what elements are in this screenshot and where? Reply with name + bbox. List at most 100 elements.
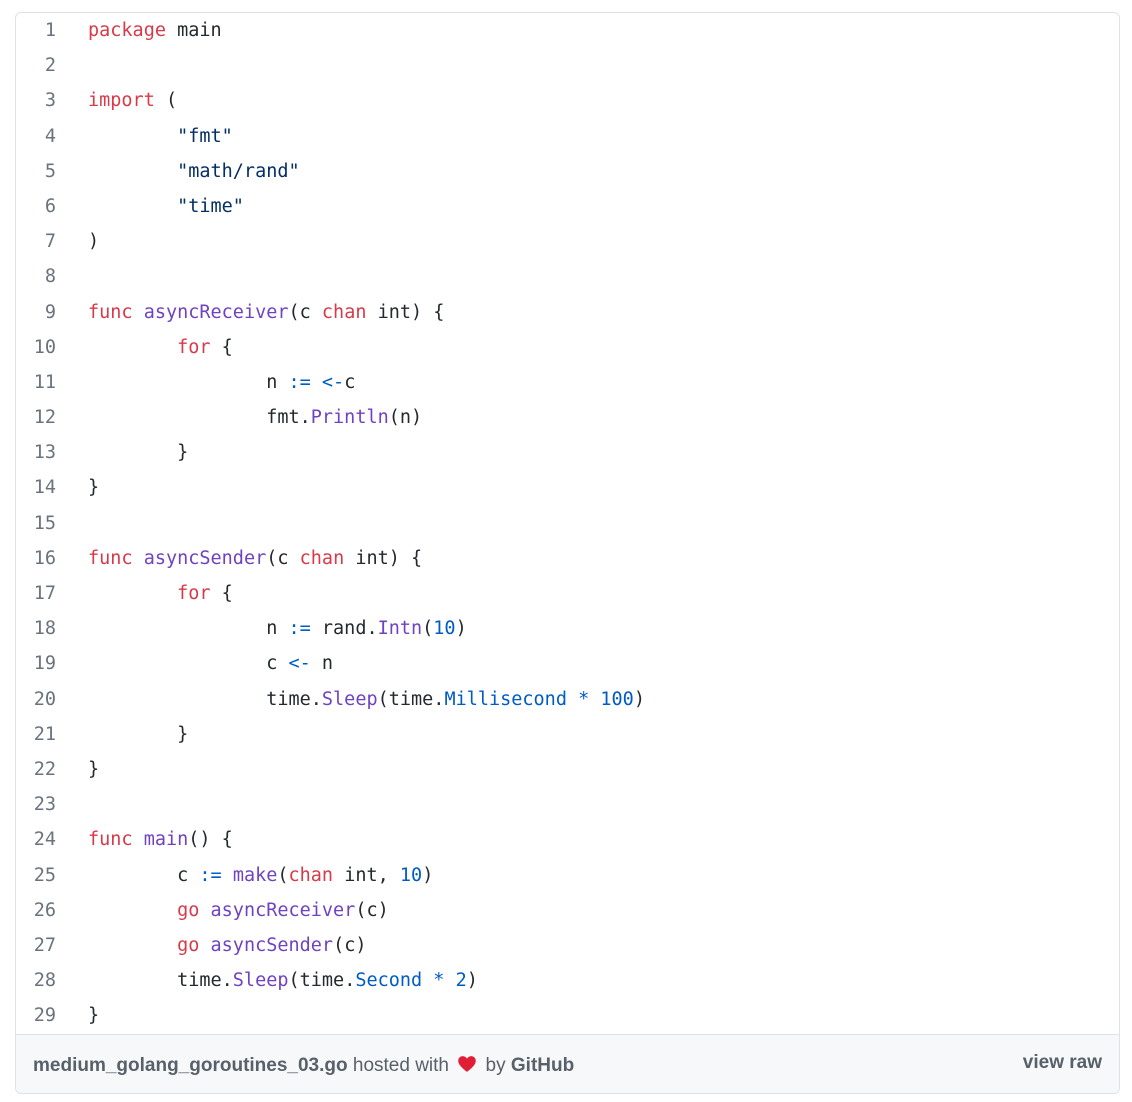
code-token: asyncSender bbox=[210, 934, 334, 956]
code-token: make bbox=[232, 864, 278, 886]
code-line: 21 } bbox=[16, 717, 1119, 752]
line-number[interactable]: 26 bbox=[16, 893, 56, 928]
line-number[interactable]: 20 bbox=[16, 682, 56, 717]
code-token: (time. bbox=[377, 688, 445, 710]
code-token: } bbox=[88, 723, 189, 745]
line-number[interactable]: 15 bbox=[16, 506, 56, 541]
code-token: } bbox=[88, 477, 100, 499]
line-number[interactable]: 13 bbox=[16, 435, 56, 470]
line-number[interactable]: 17 bbox=[16, 576, 56, 611]
line-code: n := <-c bbox=[88, 372, 355, 393]
code-token: c bbox=[88, 653, 289, 675]
line-number[interactable]: 25 bbox=[16, 858, 56, 893]
code-token: Second bbox=[355, 970, 423, 992]
code-block: 1 package main 2 3 import (4 "fmt" 5 "math/ra… bbox=[16, 13, 1119, 1035]
line-code: import ( bbox=[88, 90, 177, 111]
code-token: ( bbox=[277, 864, 289, 886]
line-number[interactable]: 1 bbox=[16, 13, 56, 48]
code-token: ) bbox=[455, 618, 467, 640]
code-token: rand. bbox=[310, 618, 378, 640]
code-token: (c bbox=[266, 547, 300, 569]
line-number[interactable]: 12 bbox=[16, 400, 56, 435]
code-line: 16 func asyncSender(c chan int) { bbox=[16, 541, 1119, 576]
code-token: c bbox=[88, 864, 200, 886]
code-token: } bbox=[88, 758, 100, 780]
line-number[interactable]: 4 bbox=[16, 119, 56, 154]
line-number[interactable]: 6 bbox=[16, 189, 56, 224]
code-token: c bbox=[344, 371, 356, 393]
code-line: 10 for { bbox=[16, 330, 1119, 365]
line-number[interactable]: 27 bbox=[16, 928, 56, 963]
line-number[interactable]: 19 bbox=[16, 646, 56, 681]
line-number[interactable]: 10 bbox=[16, 330, 56, 365]
line-number[interactable]: 7 bbox=[16, 224, 56, 259]
code-token: func bbox=[88, 829, 133, 851]
line-code: n := rand.Intn(10) bbox=[88, 618, 467, 639]
line-code: time.Sleep(time.Second * 2) bbox=[88, 970, 478, 991]
code-line: 15 bbox=[16, 506, 1119, 541]
line-code: func asyncReceiver(c chan int) { bbox=[88, 302, 444, 323]
line-number[interactable]: 24 bbox=[16, 822, 56, 857]
code-line: 26 go asyncReceiver(c) bbox=[16, 893, 1119, 928]
code-token: * bbox=[433, 970, 445, 992]
line-code: for { bbox=[88, 583, 233, 604]
code-token: int) { bbox=[344, 547, 423, 569]
line-code: ) bbox=[88, 231, 99, 252]
code-line: 24 func main() { bbox=[16, 822, 1119, 857]
code-token: ) bbox=[422, 864, 434, 886]
line-number[interactable]: 3 bbox=[16, 83, 56, 118]
code-token: (n) bbox=[388, 407, 423, 429]
code-token: 10 bbox=[433, 618, 456, 640]
gist-footer: medium_golang_goroutines_03.go hosted wi… bbox=[16, 1034, 1119, 1093]
code-line: 22} bbox=[16, 752, 1119, 787]
gist-meta: medium_golang_goroutines_03.go hosted wi… bbox=[33, 1054, 574, 1077]
line-code: c <- n bbox=[88, 653, 333, 674]
view-raw-link[interactable]: view raw bbox=[1023, 1052, 1102, 1074]
line-number[interactable]: 11 bbox=[16, 365, 56, 400]
code-token: (c) bbox=[333, 934, 367, 956]
file-name-link[interactable]: medium_golang_goroutines_03.go bbox=[33, 1055, 348, 1076]
code-token: } bbox=[88, 1005, 100, 1027]
line-code: "fmt" bbox=[88, 126, 233, 147]
line-number[interactable]: 16 bbox=[16, 541, 56, 576]
line-number[interactable]: 14 bbox=[16, 470, 56, 505]
line-code: "time" bbox=[88, 196, 244, 217]
line-code: } bbox=[88, 1005, 99, 1026]
line-number[interactable]: 5 bbox=[16, 154, 56, 189]
line-number[interactable]: 9 bbox=[16, 295, 56, 330]
code-line: 2 bbox=[16, 48, 1119, 83]
code-token: chan bbox=[299, 547, 345, 569]
code-token: Sleep bbox=[232, 970, 289, 992]
line-number[interactable]: 18 bbox=[16, 611, 56, 646]
code-token: func bbox=[88, 547, 133, 569]
code-token: 100 bbox=[600, 688, 634, 710]
line-number[interactable]: 23 bbox=[16, 787, 56, 822]
code-token: "fmt" bbox=[177, 125, 233, 147]
code-token: { bbox=[210, 336, 233, 358]
line-number[interactable]: 21 bbox=[16, 717, 56, 752]
line-number[interactable]: 8 bbox=[16, 259, 56, 294]
line-code: } bbox=[88, 724, 188, 745]
line-number[interactable]: 22 bbox=[16, 752, 56, 787]
code-token: asyncSender bbox=[143, 547, 267, 569]
code-token: Millisecond bbox=[444, 688, 567, 710]
code-line: 7) bbox=[16, 224, 1119, 259]
code-line: 11 n := <-c bbox=[16, 365, 1119, 400]
code-line: 18 n := rand.Intn(10) bbox=[16, 611, 1119, 646]
line-code: } bbox=[88, 442, 188, 463]
line-number[interactable]: 2 bbox=[16, 48, 56, 83]
code-token: Intn bbox=[377, 618, 423, 640]
code-token: n bbox=[88, 371, 289, 393]
line-number[interactable]: 28 bbox=[16, 963, 56, 998]
line-number[interactable]: 29 bbox=[16, 998, 56, 1033]
line-code: time.Sleep(time.Millisecond * 100) bbox=[88, 689, 645, 710]
code-line: 8 bbox=[16, 259, 1119, 294]
github-link[interactable]: GitHub bbox=[511, 1055, 574, 1076]
